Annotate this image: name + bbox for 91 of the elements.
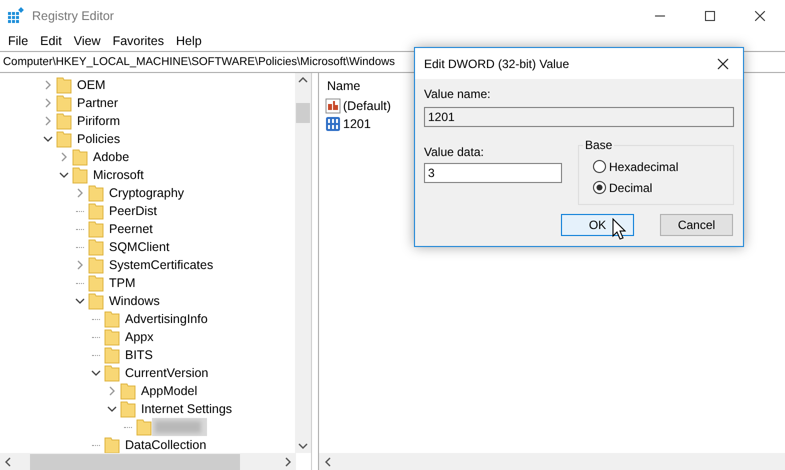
expand-caret-icon[interactable] xyxy=(59,152,69,162)
collapse-caret-icon[interactable] xyxy=(59,170,69,180)
tree-item[interactable]: OEM xyxy=(75,77,108,93)
close-icon[interactable] xyxy=(717,58,729,70)
folder-icon xyxy=(56,94,72,112)
folder-icon xyxy=(72,148,88,166)
folder-icon xyxy=(104,310,120,328)
value-name-field[interactable]: 1201 xyxy=(424,107,734,127)
vertical-scrollbar[interactable] xyxy=(295,73,311,453)
menu-item[interactable]: Favorites xyxy=(106,34,170,48)
menu-item[interactable]: View xyxy=(68,34,107,48)
folder-icon xyxy=(104,328,120,346)
tree-item[interactable]: Partner xyxy=(75,95,120,111)
scroll-up-icon[interactable] xyxy=(298,76,308,84)
field-label: Value name: xyxy=(424,87,492,101)
value-name[interactable]: (Default) xyxy=(343,99,391,113)
tree-item[interactable]: AppModel xyxy=(139,383,200,399)
folder-icon xyxy=(120,382,136,400)
tree-item[interactable]: Appx xyxy=(123,329,156,345)
radio-label[interactable]: Decimal xyxy=(609,180,652,194)
folder-icon xyxy=(88,202,104,220)
collapse-caret-icon[interactable] xyxy=(75,296,85,306)
folder-icon xyxy=(104,346,120,364)
menu-item[interactable]: File xyxy=(2,34,34,48)
collapse-caret-icon[interactable] xyxy=(91,368,101,378)
tree-item[interactable]: Adobe xyxy=(91,149,132,165)
folder-icon xyxy=(88,292,104,310)
column-header[interactable]: Name xyxy=(327,79,360,97)
tree-item[interactable]: SQMClient xyxy=(107,239,172,255)
scroll-left-icon[interactable] xyxy=(4,457,12,467)
scroll-down-icon[interactable] xyxy=(298,442,308,450)
tree-item[interactable]: Policies xyxy=(75,131,122,147)
tree-item[interactable]: Internet Settings xyxy=(139,401,234,417)
tree-item[interactable]: Piriform xyxy=(75,113,122,129)
binary-value-icon xyxy=(325,116,341,132)
tree-item[interactable]: DataCollection xyxy=(123,437,208,453)
expand-caret-icon[interactable] xyxy=(75,260,85,270)
horizontal-scrollbar[interactable] xyxy=(319,453,785,470)
folder-icon xyxy=(104,436,120,454)
maximize-icon[interactable] xyxy=(705,11,715,21)
field-label: Value data: xyxy=(424,145,485,159)
radio-label[interactable]: Hexadecimal xyxy=(609,160,678,174)
close-icon[interactable] xyxy=(755,11,765,21)
tree-item[interactable]: TPM xyxy=(107,275,138,291)
radio-button[interactable] xyxy=(593,160,606,173)
menu-item[interactable]: Edit xyxy=(34,34,68,48)
scroll-right-icon[interactable] xyxy=(284,457,292,467)
group-label: Base xyxy=(584,138,614,152)
folder-icon xyxy=(56,76,72,94)
expand-caret-icon[interactable] xyxy=(43,116,53,126)
tree-item[interactable]: SystemCertificates xyxy=(107,257,216,273)
tree-item[interactable]: AdvertisingInfo xyxy=(123,311,210,327)
scroll-left-icon[interactable] xyxy=(324,457,332,467)
expand-caret-icon[interactable] xyxy=(43,98,53,108)
folder-icon xyxy=(56,112,72,130)
app-icon xyxy=(7,7,25,25)
mouse-pointer-icon xyxy=(612,218,626,240)
tree-item[interactable]: CurrentVersion xyxy=(123,365,210,381)
radio-button[interactable] xyxy=(593,181,606,194)
dialog-button[interactable]: Cancel xyxy=(660,214,733,236)
folder-icon xyxy=(88,238,104,256)
collapse-caret-icon[interactable] xyxy=(107,404,117,414)
folder-icon xyxy=(88,274,104,292)
tree-item[interactable]: Microsoft xyxy=(91,167,146,183)
window-title: Registry Editor xyxy=(32,9,115,23)
folder-icon xyxy=(56,130,72,148)
dialog-button[interactable]: OK xyxy=(561,214,634,236)
collapse-caret-icon[interactable] xyxy=(43,134,53,144)
string-value-icon xyxy=(325,98,341,114)
scroll-thumb[interactable] xyxy=(296,103,310,123)
folder-icon xyxy=(120,400,136,418)
folder-icon xyxy=(104,364,120,382)
expand-caret-icon[interactable] xyxy=(43,80,53,90)
expand-caret-icon[interactable] xyxy=(75,188,85,198)
horizontal-scrollbar[interactable] xyxy=(0,453,296,470)
tree-item[interactable]: Cryptography xyxy=(107,185,186,201)
folder-icon xyxy=(88,256,104,274)
address-bar[interactable]: Computer\HKEY_LOCAL_MACHINE\SOFTWARE\Policies\Microsoft\Windows xyxy=(3,56,395,68)
expand-caret-icon[interactable] xyxy=(107,386,117,396)
tree-item[interactable]: PeerDist xyxy=(107,203,159,219)
folder-icon xyxy=(72,166,88,184)
tree-item[interactable]: Windows xyxy=(107,293,162,309)
tree-item[interactable]: BITS xyxy=(123,347,155,363)
folder-icon xyxy=(88,184,104,202)
value-name[interactable]: 1201 xyxy=(343,117,371,131)
value-data-field[interactable]: 3 xyxy=(424,163,562,183)
folder-icon xyxy=(88,220,104,238)
dialog-title: Edit DWORD (32-bit) Value xyxy=(424,56,570,70)
menu-item[interactable]: Help xyxy=(170,34,208,48)
tree-item[interactable]: Peernet xyxy=(107,221,155,237)
scroll-thumb[interactable] xyxy=(30,454,240,470)
